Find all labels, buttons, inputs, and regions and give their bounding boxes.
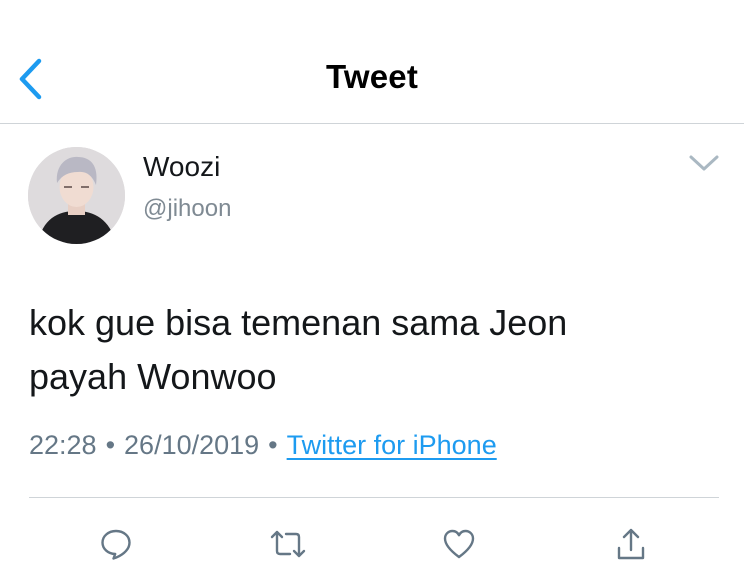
tweet-menu-button[interactable] <box>684 146 724 180</box>
reply-button[interactable] <box>94 522 138 566</box>
share-button[interactable] <box>609 522 653 566</box>
share-icon <box>617 528 645 560</box>
chevron-down-icon <box>689 155 719 171</box>
retweet-button[interactable] <box>266 522 310 566</box>
tweet-text-line: kok gue bisa temenan sama Jeon <box>29 302 568 343</box>
action-bar <box>0 522 744 566</box>
meta-separator: • <box>105 430 116 460</box>
profile-photo <box>28 147 125 244</box>
heart-icon <box>443 529 475 559</box>
avatar[interactable] <box>28 147 125 244</box>
like-button[interactable] <box>437 522 481 566</box>
tweet-text: kok gue bisa temenan sama Jeon payah Won… <box>29 296 719 404</box>
author-display-name[interactable]: Woozi <box>143 151 220 183</box>
author-handle[interactable]: @jihoon <box>143 195 231 223</box>
reply-icon <box>101 529 131 560</box>
navigation-bar: Tweet <box>0 0 744 124</box>
divider <box>29 497 719 498</box>
tweet-text-line: payah Wonwoo <box>29 356 277 397</box>
retweet-icon <box>270 530 306 558</box>
tweet-date: 26/10/2019 <box>124 430 260 460</box>
tweet-source-link[interactable]: Twitter for iPhone <box>287 430 497 460</box>
page-title: Tweet <box>325 58 419 95</box>
tweet-time: 22:28 <box>29 430 97 460</box>
tweet-metadata: 22:28 • 26/10/2019 • Twitter for iPhone <box>29 430 497 461</box>
meta-separator: • <box>268 430 278 460</box>
